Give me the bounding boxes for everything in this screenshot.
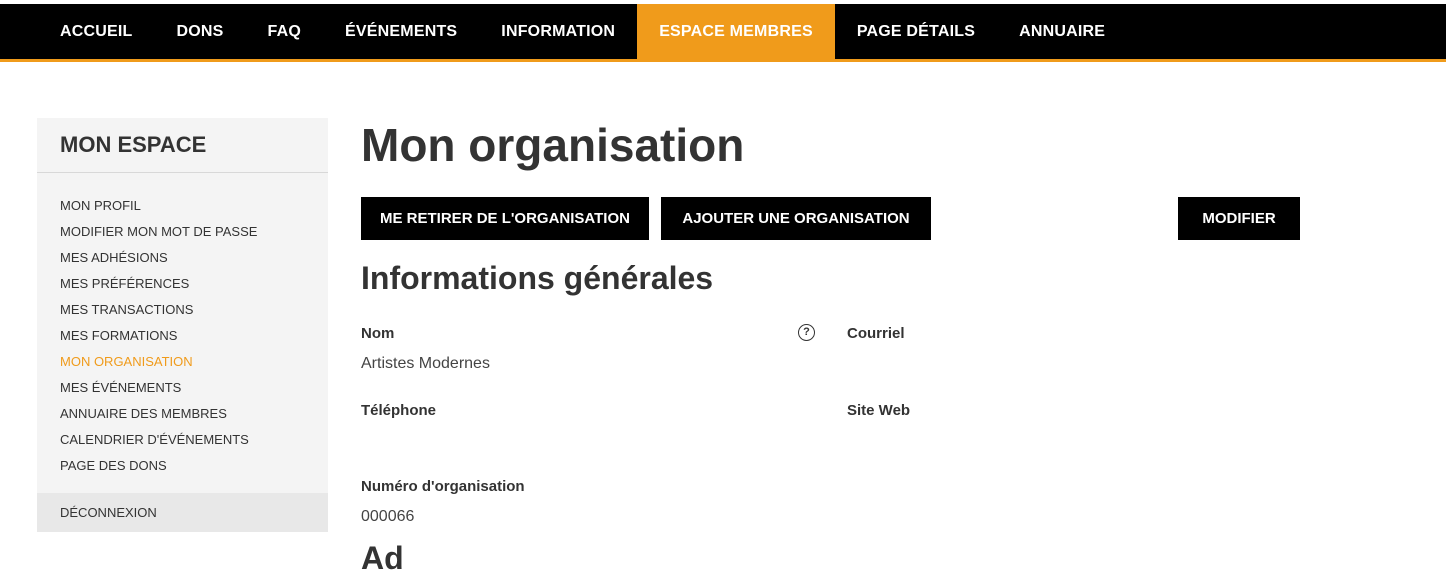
sidebar-item-mes-evenements[interactable]: MES ÉVÉNEMENTS [60,375,328,401]
name-label: Nom [361,325,395,342]
member-sidebar: MON ESPACE MON PROFIL MODIFIER MON MOT D… [37,118,328,532]
email-label: Courriel [847,325,905,342]
nav-item-information[interactable]: INFORMATION [479,4,637,59]
sidebar-menu: MON PROFIL MODIFIER MON MOT DE PASSE MES… [37,173,328,479]
name-value: Artistes Modernes [361,355,490,372]
nav-item-faq[interactable]: FAQ [246,4,324,59]
nav-item-espace-membres[interactable]: ESPACE MEMBRES [637,4,835,59]
sidebar-item-mes-transactions[interactable]: MES TRANSACTIONS [60,297,328,323]
add-organization-button[interactable]: AJOUTER UNE ORGANISATION [661,197,931,240]
leave-organization-button[interactable]: ME RETIRER DE L'ORGANISATION [361,197,649,240]
next-section-heading: Ad [361,540,404,576]
sidebar-title: MON ESPACE [37,118,328,173]
nav-item-page-details[interactable]: PAGE DÉTAILS [835,4,997,59]
edit-button[interactable]: MODIFIER [1178,197,1300,240]
website-label: Site Web [847,402,911,419]
section-title-general-info: Informations générales [361,260,714,296]
top-navigation-bar: ACCUEIL DONS FAQ ÉVÉNEMENTS INFORMATION … [0,4,1446,62]
main-nav: ACCUEIL DONS FAQ ÉVÉNEMENTS INFORMATION … [38,4,1127,59]
nav-item-accueil[interactable]: ACCUEIL [38,4,155,59]
sidebar-item-annuaire-membres[interactable]: ANNUAIRE DES MEMBRES [60,401,328,427]
sidebar-item-mon-profil[interactable]: MON PROFIL [60,193,328,219]
org-number-label: Numéro d'organisation [361,478,525,495]
sidebar-item-mes-preferences[interactable]: MES PRÉFÉRENCES [60,271,328,297]
org-number-value: 000066 [361,508,415,525]
logout-link[interactable]: DÉCONNEXION [37,493,328,532]
sidebar-item-mes-adhesions[interactable]: MES ADHÉSIONS [60,245,328,271]
page-title: Mon organisation [361,119,745,171]
sidebar-item-mes-formations[interactable]: MES FORMATIONS [60,323,328,349]
phone-label: Téléphone [361,402,437,419]
sidebar-item-calendrier-evenements[interactable]: CALENDRIER D'ÉVÉNEMENTS [60,427,328,453]
nav-item-evenements[interactable]: ÉVÉNEMENTS [323,4,479,59]
help-icon[interactable]: ? [798,324,815,341]
sidebar-item-modifier-mot-de-passe[interactable]: MODIFIER MON MOT DE PASSE [60,219,328,245]
nav-item-annuaire[interactable]: ANNUAIRE [997,4,1127,59]
nav-item-dons[interactable]: DONS [155,4,246,59]
sidebar-item-page-des-dons[interactable]: PAGE DES DONS [60,453,328,479]
sidebar-item-mon-organisation[interactable]: MON ORGANISATION [60,349,328,375]
